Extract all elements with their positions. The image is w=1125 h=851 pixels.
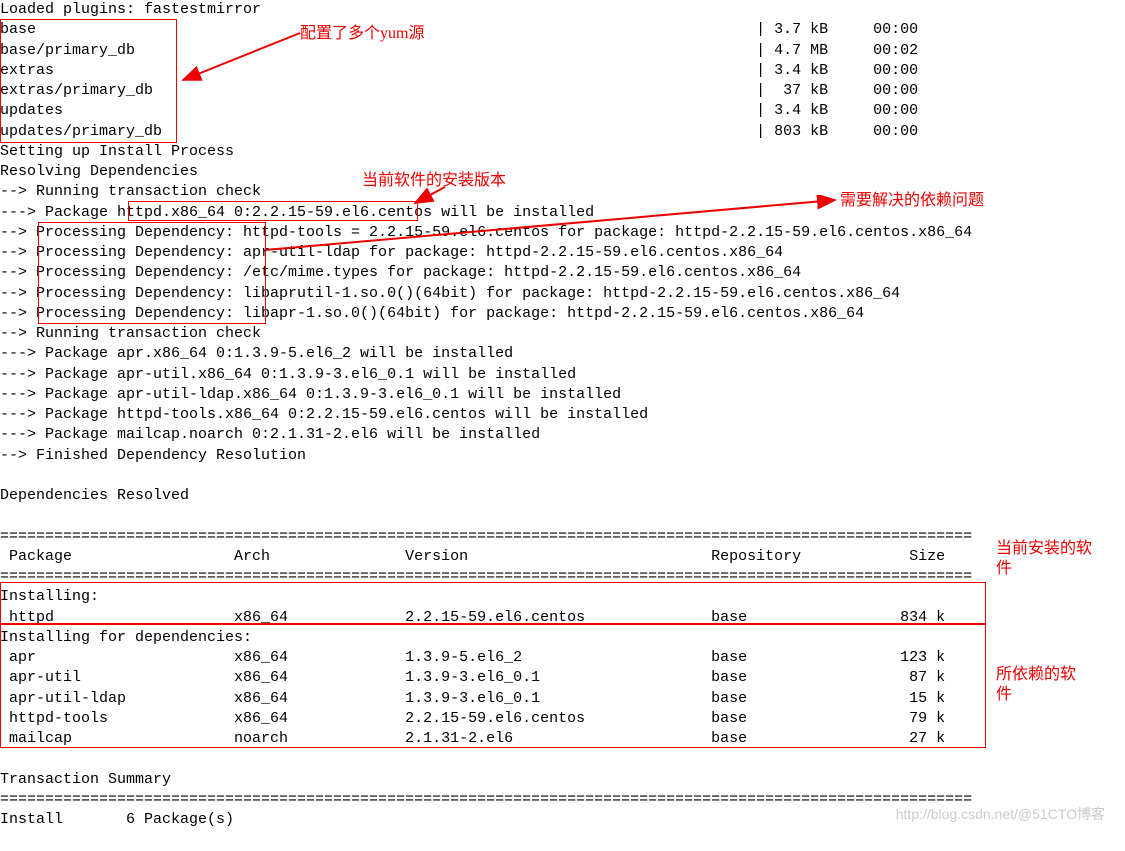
terminal-line: ---> Package mailcap.noarch 0:2.1.31-2.e… <box>0 426 540 443</box>
terminal-line: Installing for dependencies: <box>0 629 252 646</box>
terminal-line: ---> Package apr-util.x86_64 0:1.3.9-3.e… <box>0 366 576 383</box>
terminal-line: Transaction Summary <box>0 771 171 788</box>
terminal-line: httpd-tools x86_64 2.2.15-59.el6.centos … <box>0 710 945 727</box>
terminal-line: --> Finished Dependency Resolution <box>0 447 306 464</box>
terminal-line: --> Running transaction check <box>0 183 261 200</box>
terminal-line: ========================================… <box>0 791 972 808</box>
terminal-line: mailcap noarch 2.1.31-2.el6 base 27 k <box>0 730 945 747</box>
terminal-line: ---> Package httpd.x86_64 0:2.2.15-59.el… <box>0 204 594 221</box>
terminal-line: ========================================… <box>0 568 972 585</box>
terminal-output: Loaded plugins: fastestmirror base | 3.7… <box>0 0 1125 830</box>
terminal-line: ---> Package apr.x86_64 0:1.3.9-5.el6_2 … <box>0 345 513 362</box>
terminal-line: base | 3.7 kB 00:00 <box>0 21 918 38</box>
terminal-line: updates | 3.4 kB 00:00 <box>0 102 918 119</box>
terminal-line: --> Processing Dependency: /etc/mime.typ… <box>0 264 801 281</box>
terminal-line: apr-util-ldap x86_64 1.3.9-3.el6_0.1 bas… <box>0 690 945 707</box>
terminal-line: apr x86_64 1.3.9-5.el6_2 base 123 k <box>0 649 945 666</box>
terminal-line: --> Processing Dependency: libapr-1.so.0… <box>0 305 864 322</box>
terminal-line: updates/primary_db | 803 kB 00:00 <box>0 123 918 140</box>
terminal-line: Package Arch Version Repository Size <box>0 548 945 565</box>
terminal-line: --> Processing Dependency: httpd-tools =… <box>0 224 972 241</box>
terminal-line: httpd x86_64 2.2.15-59.el6.centos base 8… <box>0 609 945 626</box>
terminal-line: ========================================… <box>0 528 972 545</box>
terminal-line: Install 6 Package(s) <box>0 811 234 828</box>
terminal-line: Setting up Install Process <box>0 143 234 160</box>
watermark: http://blog.csdn.net/@51CTO博客 <box>896 805 1105 824</box>
terminal-line: extras/primary_db | 37 kB 00:00 <box>0 82 918 99</box>
terminal-line: --> Processing Dependency: libaprutil-1.… <box>0 285 900 302</box>
terminal-line: Loaded plugins: fastestmirror <box>0 1 261 18</box>
terminal-line: ---> Package apr-util-ldap.x86_64 0:1.3.… <box>0 386 621 403</box>
terminal-line: --> Processing Dependency: apr-util-ldap… <box>0 244 783 261</box>
terminal-line: Installing: <box>0 588 99 605</box>
terminal-line: Dependencies Resolved <box>0 487 189 504</box>
terminal-line: Resolving Dependencies <box>0 163 198 180</box>
terminal-line: base/primary_db | 4.7 MB 00:02 <box>0 42 918 59</box>
terminal-line: apr-util x86_64 1.3.9-3.el6_0.1 base 87 … <box>0 669 945 686</box>
terminal-line: --> Running transaction check <box>0 325 261 342</box>
terminal-line: extras | 3.4 kB 00:00 <box>0 62 918 79</box>
terminal-line: ---> Package httpd-tools.x86_64 0:2.2.15… <box>0 406 648 423</box>
